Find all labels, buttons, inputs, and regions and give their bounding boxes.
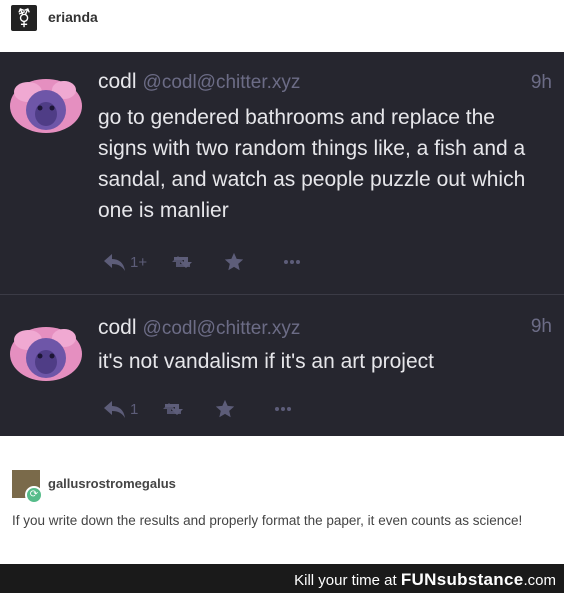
action-bar: 1+ (102, 249, 301, 275)
display-name[interactable]: codl @codl@chitter.xyz (98, 316, 300, 340)
ellipsis-icon (284, 260, 301, 264)
display-name[interactable]: codl @codl@chitter.xyz (98, 70, 300, 94)
reply-icon (104, 254, 125, 271)
boost-button[interactable] (160, 400, 186, 418)
account-handle[interactable]: @codl@chitter.xyz (143, 318, 301, 339)
reblog-username[interactable]: erianda (48, 9, 98, 25)
status-post: codl @codl@chitter.xyz 9h it's not vandal… (0, 300, 564, 430)
reply-icon (104, 401, 125, 418)
timestamp[interactable]: 9h (531, 316, 552, 338)
retweet-icon (163, 403, 184, 415)
avatar[interactable] (6, 76, 88, 138)
reply-button[interactable]: 1+ (102, 252, 147, 272)
watermark-lead: Kill your time at (294, 572, 397, 589)
display-name-text[interactable]: codl (98, 316, 137, 339)
status-post: codl @codl@chitter.xyz 9h go to gendered … (0, 58, 564, 290)
reply-count: 1+ (130, 253, 148, 271)
watermark-text: Kill your time at FUNsubstance.com (294, 570, 556, 590)
watermark-suffix: .com (523, 572, 556, 589)
status-text: go to gendered bathrooms and replace the… (98, 106, 526, 222)
comment-text: If you write down the results and proper… (12, 513, 523, 528)
watermark-footer: Kill your time at FUNsubstance.com (0, 564, 564, 593)
reply-count: 1 (130, 400, 139, 418)
reblog-badge-icon: ⟳ (25, 486, 43, 504)
retweet-icon (172, 256, 193, 268)
boost-button[interactable] (169, 253, 195, 271)
timestamp[interactable]: 9h (531, 72, 552, 94)
reblog-header: ⚧ erianda (0, 0, 564, 52)
post-divider (0, 294, 564, 295)
star-icon (216, 399, 235, 418)
more-button[interactable] (274, 406, 292, 412)
display-name-text[interactable]: codl (98, 70, 137, 93)
action-bar: 1 (102, 396, 292, 422)
transgender-symbol-icon[interactable]: ⚧ (11, 5, 37, 31)
favourite-button[interactable] (223, 251, 245, 273)
ellipsis-icon (275, 407, 292, 411)
account-handle[interactable]: @codl@chitter.xyz (143, 72, 301, 93)
reply-button[interactable]: 1 (102, 399, 138, 419)
avatar[interactable] (6, 324, 88, 386)
more-button[interactable] (283, 259, 301, 265)
favourite-button[interactable] (214, 398, 236, 420)
star-icon (224, 252, 244, 271)
watermark-brand: FUNsubstance (400, 570, 524, 589)
comment-username[interactable]: gallusrostromegalus (48, 476, 176, 491)
status-text: it's not vandalism if it's an art projec… (98, 350, 434, 373)
